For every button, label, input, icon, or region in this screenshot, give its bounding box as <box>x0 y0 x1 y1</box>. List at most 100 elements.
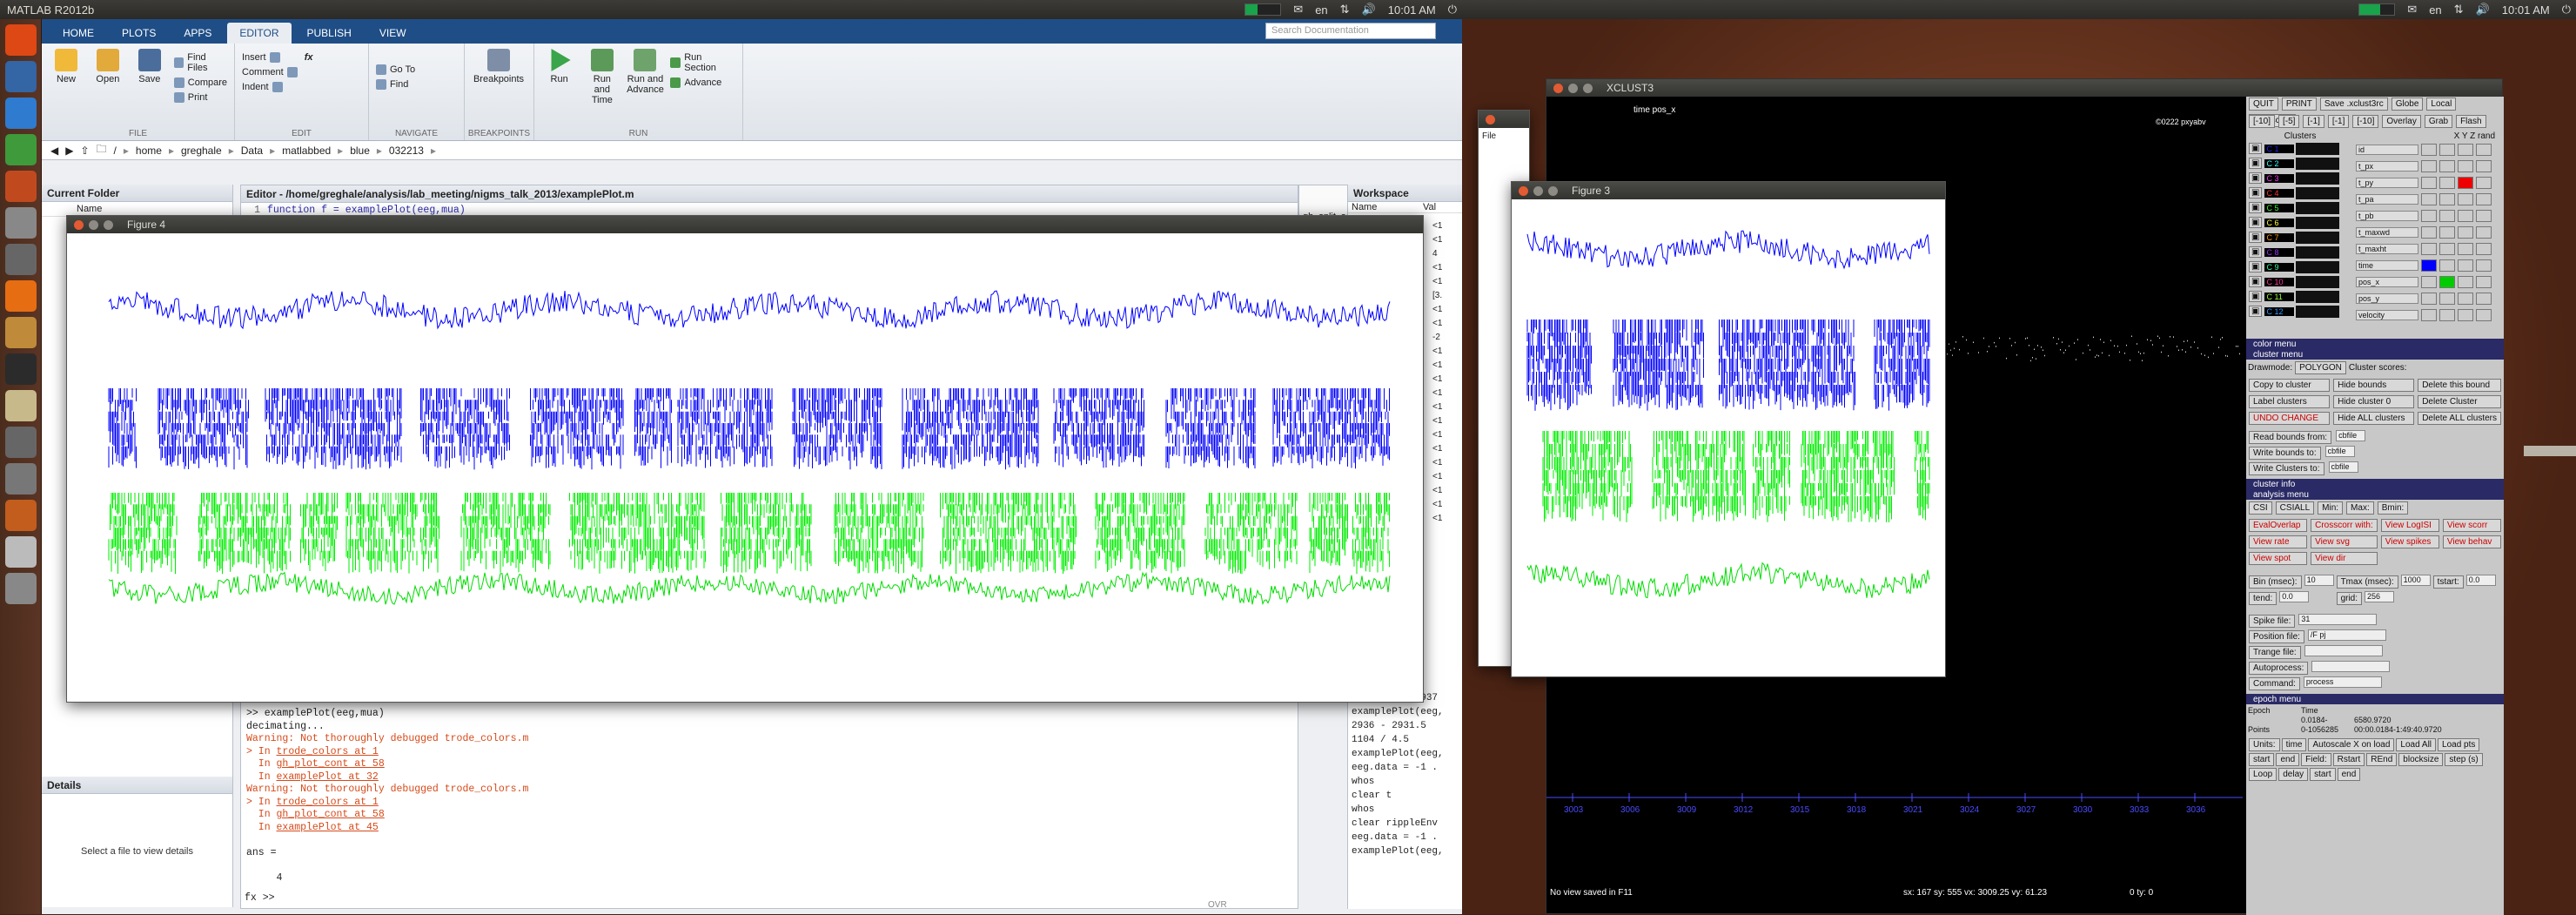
cluster-row[interactable]: ▣ C 5 <box>2248 200 2352 215</box>
epoch-button[interactable]: end <box>2337 768 2361 781</box>
analysis-view-button[interactable]: View spot <box>2249 552 2308 565</box>
cluster-label[interactable]: C 8 <box>2264 247 2295 257</box>
cluster-label[interactable]: C 10 <box>2264 277 2295 286</box>
xclust-titlebar[interactable]: XCLUST3 <box>1546 79 2502 97</box>
network-icon[interactable]: ⇅ <box>2454 3 2464 17</box>
history-entry[interactable]: clear rippleEnv <box>1352 817 1462 831</box>
file-field-label[interactable]: Command: <box>2249 677 2300 690</box>
workspace-name-col[interactable]: Name <box>1348 202 1423 212</box>
error-link[interactable]: examplePlot at 45 <box>277 822 379 833</box>
tab-plots[interactable]: PLOTS <box>110 23 168 44</box>
cluster-label[interactable]: C 3 <box>2264 173 2295 183</box>
epoch-button[interactable]: Load All <box>2396 738 2437 751</box>
axis-select-box[interactable] <box>2439 192 2455 205</box>
cluster-toggle[interactable]: ▣ <box>2249 291 2263 302</box>
cluster-toggle[interactable]: ▣ <box>2249 232 2263 243</box>
bin-field-label[interactable]: tend: <box>2249 592 2277 605</box>
bin-field-label[interactable]: grid: <box>2336 592 2363 605</box>
minimize-icon[interactable] <box>1568 83 1578 93</box>
close-icon[interactable] <box>74 219 84 230</box>
xclust-button[interactable]: QUIT <box>2249 98 2278 111</box>
history-entry[interactable]: 1104 / 4.5 <box>1352 733 1462 747</box>
command-prompt[interactable]: fx >> <box>245 892 275 905</box>
bin-field-label[interactable]: tstart: <box>2432 575 2464 589</box>
axis-field-row[interactable]: t_px <box>2356 158 2500 174</box>
xclust-button[interactable]: [-10] <box>2352 115 2379 128</box>
ubuntu-one-icon[interactable] <box>4 207 37 239</box>
close-icon[interactable] <box>1519 185 1528 196</box>
cluster-toggle[interactable]: ▣ <box>2249 306 2263 317</box>
keyboard-layout-right[interactable]: en <box>2429 3 2441 17</box>
cluster-row[interactable]: ▣ C 8 <box>2248 245 2352 259</box>
axis-select-box[interactable] <box>2476 159 2492 172</box>
maximize-icon[interactable] <box>1583 83 1593 93</box>
cluster-toggle[interactable]: ▣ <box>2249 202 2263 213</box>
axis-select-box[interactable] <box>2439 275 2455 288</box>
cluster-toggle[interactable]: ▣ <box>2249 261 2263 272</box>
file-field-label[interactable]: Trange file: <box>2249 646 2301 659</box>
analysis-view-button[interactable]: View svg <box>2311 535 2378 548</box>
find-files-button[interactable]: Find Files <box>173 52 227 73</box>
close-icon[interactable] <box>1486 114 1495 124</box>
new-button[interactable]: New <box>49 49 84 140</box>
bounds-field[interactable]: cbfile <box>2328 461 2358 473</box>
matlab-icon[interactable] <box>4 500 37 531</box>
history-entry[interactable]: examplePlot(eeg, <box>1352 705 1462 719</box>
axis-select-box[interactable] <box>2458 308 2473 321</box>
writer-icon[interactable] <box>4 98 37 129</box>
analysis-button[interactable]: CSIALL <box>2275 501 2315 515</box>
analysis-view-button[interactable]: View spikes <box>2380 535 2439 548</box>
insert-button[interactable]: Insert <box>242 52 298 63</box>
tools-icon[interactable] <box>4 463 37 495</box>
cluster-label[interactable]: C 2 <box>2264 158 2295 168</box>
cluster-menu[interactable]: cluster menu <box>2246 349 2504 360</box>
calc-icon[interactable] <box>4 134 37 165</box>
cluster-row[interactable]: ▣ C 9 <box>2248 259 2352 274</box>
axis-select-box[interactable] <box>2421 143 2437 156</box>
cluster-label[interactable]: C 11 <box>2264 292 2295 301</box>
axis-select-box[interactable] <box>2421 242 2437 255</box>
history-entry[interactable]: eeg.data = -1 . <box>1352 761 1462 775</box>
history-entry[interactable]: examplePlot(eeg, <box>1352 747 1462 761</box>
axis-select-box[interactable] <box>2421 308 2437 321</box>
axis-select-box[interactable] <box>2476 275 2492 288</box>
path-segment[interactable]: / <box>114 145 117 157</box>
axis-select-box[interactable] <box>2421 192 2437 205</box>
axis-select-box[interactable] <box>2439 209 2455 222</box>
cluster-op-button[interactable]: Label clusters <box>2249 395 2331 408</box>
axis-select-box[interactable] <box>2421 225 2437 239</box>
axis-field-row[interactable]: pos_x <box>2356 273 2500 290</box>
file-field-label[interactable]: Spike file: <box>2249 615 2296 628</box>
epoch-button[interactable]: REnd <box>2366 753 2398 766</box>
volume-icon[interactable]: 🔊 <box>1362 3 1376 17</box>
axis-select-box[interactable] <box>2476 176 2492 189</box>
history-entry[interactable]: whos <box>1352 775 1462 789</box>
axis-select-box[interactable] <box>2421 209 2437 222</box>
cluster-row[interactable]: ▣ C 7 <box>2248 230 2352 245</box>
axis-field-row[interactable]: t_pb <box>2356 207 2500 224</box>
axis-field-row[interactable]: t_maxht <box>2356 240 2500 257</box>
forward-icon[interactable]: ▶ <box>65 145 73 157</box>
path-segment[interactable]: blue <box>350 145 370 157</box>
epoch-button[interactable]: start <box>2310 768 2336 781</box>
polygon-button[interactable]: POLYGON <box>2295 361 2346 374</box>
firefox-icon[interactable] <box>4 280 37 312</box>
figure-4-titlebar[interactable]: Figure 4 <box>67 216 1423 233</box>
xclust-button[interactable]: Overlay <box>2382 115 2421 128</box>
analysis-view-button[interactable]: View scorr <box>2442 519 2501 532</box>
axis-select-box[interactable] <box>2439 259 2455 272</box>
epoch-button[interactable]: step (s) <box>2445 753 2483 766</box>
analysis-menu[interactable]: analysis menu <box>2246 489 2504 500</box>
axis-select-box[interactable] <box>2476 259 2492 272</box>
figure-3-titlebar[interactable]: Figure 3 <box>1512 182 1945 199</box>
path-segment[interactable]: Data <box>241 145 263 157</box>
axis-select-box[interactable] <box>2439 292 2455 305</box>
error-link[interactable]: trode_colors at 1 <box>277 797 379 808</box>
path-segment[interactable]: greghale <box>181 145 222 157</box>
cluster-row[interactable]: ▣ C 3 <box>2248 171 2352 185</box>
error-link[interactable]: examplePlot at 32 <box>277 771 379 783</box>
axis-field-row[interactable]: pos_y <box>2356 290 2500 306</box>
axis-select-box[interactable] <box>2476 292 2492 305</box>
epoch-button[interactable]: delay <box>2278 768 2309 781</box>
analysis-view-button[interactable]: Crosscorr with: <box>2311 519 2378 532</box>
